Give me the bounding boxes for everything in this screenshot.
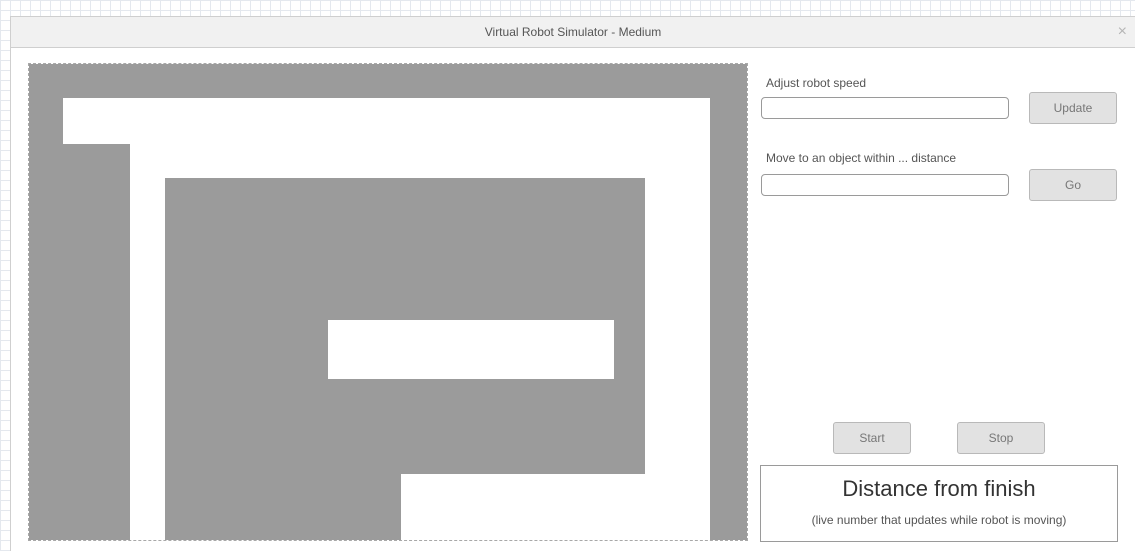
window-title: Virtual Robot Simulator - Medium <box>484 25 662 39</box>
close-icon[interactable]: × <box>1118 22 1127 42</box>
move-label: Move to an object within ... distance <box>766 151 957 165</box>
simulator-window: Virtual Robot Simulator - Medium × Adjus… <box>10 16 1135 551</box>
distance-input[interactable] <box>761 174 1009 196</box>
start-button[interactable]: Start <box>833 422 911 454</box>
maze-canvas <box>28 63 748 541</box>
speed-input[interactable] <box>761 97 1009 119</box>
title-bar[interactable]: Virtual Robot Simulator - Medium × <box>11 17 1135 48</box>
go-button[interactable]: Go <box>1029 169 1117 201</box>
distance-title: Distance from finish <box>842 476 1036 501</box>
speed-label: Adjust robot speed <box>766 76 867 90</box>
distance-panel: Distance from finish (live number that u… <box>760 465 1118 542</box>
maze-graphic <box>29 64 747 540</box>
stop-button[interactable]: Stop <box>957 422 1045 454</box>
update-button[interactable]: Update <box>1029 92 1117 124</box>
distance-subtitle: (live number that updates while robot is… <box>811 513 1067 527</box>
